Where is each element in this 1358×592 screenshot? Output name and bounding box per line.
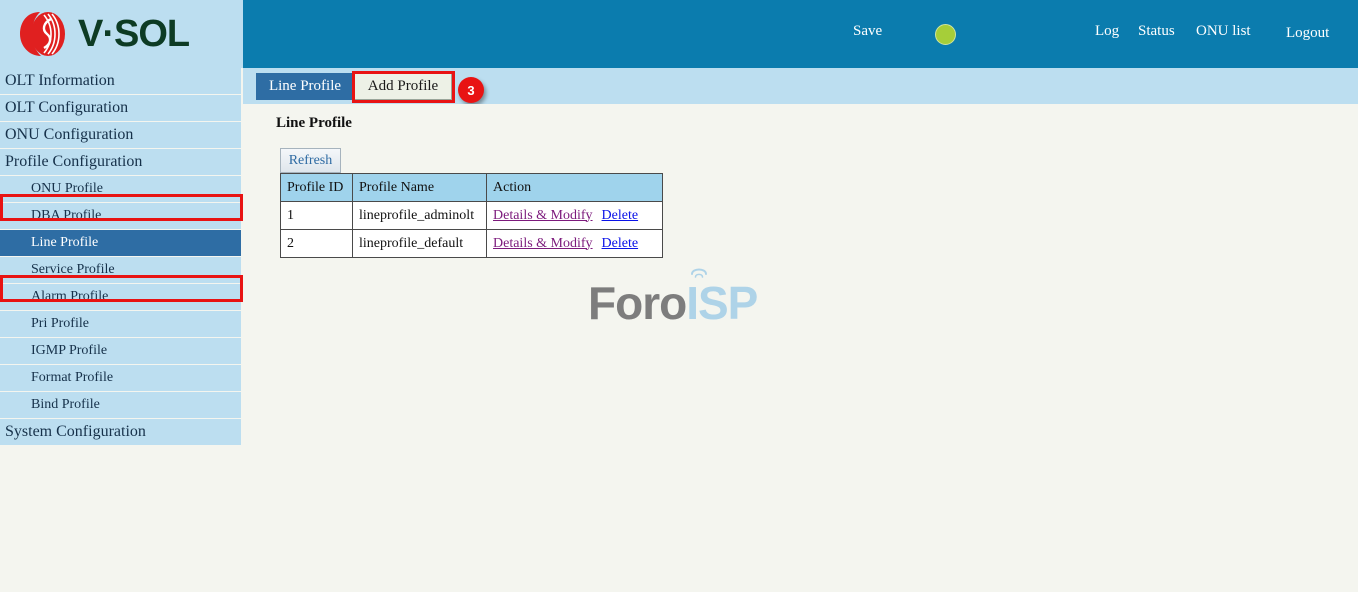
top-bar: V·SOL Save Log Status ONU list Logout <box>0 0 1358 68</box>
sidebar-item-bind-profile[interactable]: Bind Profile <box>0 392 241 418</box>
tab-line-profile[interactable]: Line Profile <box>256 73 354 100</box>
refresh-button[interactable]: Refresh <box>280 148 341 173</box>
status-link[interactable]: Status <box>1138 23 1175 40</box>
sidebar-item-olt-configuration[interactable]: OLT Configuration <box>0 95 241 121</box>
column-header-profile-id: Profile ID <box>281 174 353 202</box>
header-bar: Save Log Status ONU list Logout <box>243 0 1358 68</box>
green-status-dot-icon <box>935 24 956 45</box>
vsol-sphere-logo <box>18 10 70 58</box>
sidebar-item-dba-profile[interactable]: DBA Profile <box>0 203 241 229</box>
table-header-row: Profile ID Profile Name Action <box>281 174 663 202</box>
sidebar-item-format-profile[interactable]: Format Profile <box>0 365 241 391</box>
sidebar-item-igmp-profile[interactable]: IGMP Profile <box>0 338 241 364</box>
delete-link[interactable]: Delete <box>602 208 639 223</box>
column-header-action: Action <box>487 174 663 202</box>
table-row: 1 lineprofile_adminolt Details & ModifyD… <box>281 202 663 230</box>
cell-profile-id: 1 <box>281 202 353 230</box>
page-title: Line Profile <box>276 115 352 132</box>
details-modify-link[interactable]: Details & Modify <box>493 208 593 223</box>
annotation-badge-3: 3 <box>458 77 484 103</box>
sidebar-item-olt-information[interactable]: OLT Information <box>0 68 241 94</box>
sidebar-item-system-configuration[interactable]: System Configuration <box>0 419 241 445</box>
brand-logo: V·SOL <box>0 0 243 68</box>
cell-action: Details & Modify Delete <box>487 202 663 230</box>
cell-action: Details & Modify Delete <box>487 230 663 258</box>
vsol-sphere-icon <box>18 10 70 58</box>
sidebar-item-line-profile[interactable]: Line Profile <box>0 230 241 256</box>
brand-name: V·SOL <box>78 13 189 56</box>
log-link[interactable]: Log <box>1095 23 1119 40</box>
sidebar-item-onu-configuration[interactable]: ONU Configuration <box>0 122 241 148</box>
sidebar-item-profile-configuration[interactable]: Profile Configuration <box>0 149 241 175</box>
cell-profile-name: lineprofile_default <box>353 230 487 258</box>
column-header-profile-name: Profile Name <box>353 174 487 202</box>
delete-link[interactable]: Delete <box>602 236 639 251</box>
table-row: 2 lineprofile_default Details & ModifyDe… <box>281 230 663 258</box>
details-modify-link[interactable]: Details & Modify <box>493 236 593 251</box>
onu-list-link[interactable]: ONU list <box>1196 23 1251 40</box>
cell-profile-name: lineprofile_adminolt <box>353 202 487 230</box>
line-profile-table: Profile ID Profile Name Action 1 linepro… <box>280 173 663 258</box>
main-content: Line Profile Refresh Profile ID Profile … <box>243 104 1358 592</box>
tab-add-profile[interactable]: Add Profile <box>354 73 452 100</box>
sidebar-item-alarm-profile[interactable]: Alarm Profile <box>0 284 241 310</box>
sidebar-item-service-profile[interactable]: Service Profile <box>0 257 241 283</box>
sidebar: OLT Information OLT Configuration ONU Co… <box>0 68 243 592</box>
logout-link[interactable]: Logout <box>1286 25 1329 42</box>
save-button[interactable]: Save <box>853 23 882 40</box>
cell-profile-id: 2 <box>281 230 353 258</box>
sidebar-item-pri-profile[interactable]: Pri Profile <box>0 311 241 337</box>
tab-strip: Line Profile Add Profile <box>243 68 1358 104</box>
sidebar-item-onu-profile[interactable]: ONU Profile <box>0 176 241 202</box>
